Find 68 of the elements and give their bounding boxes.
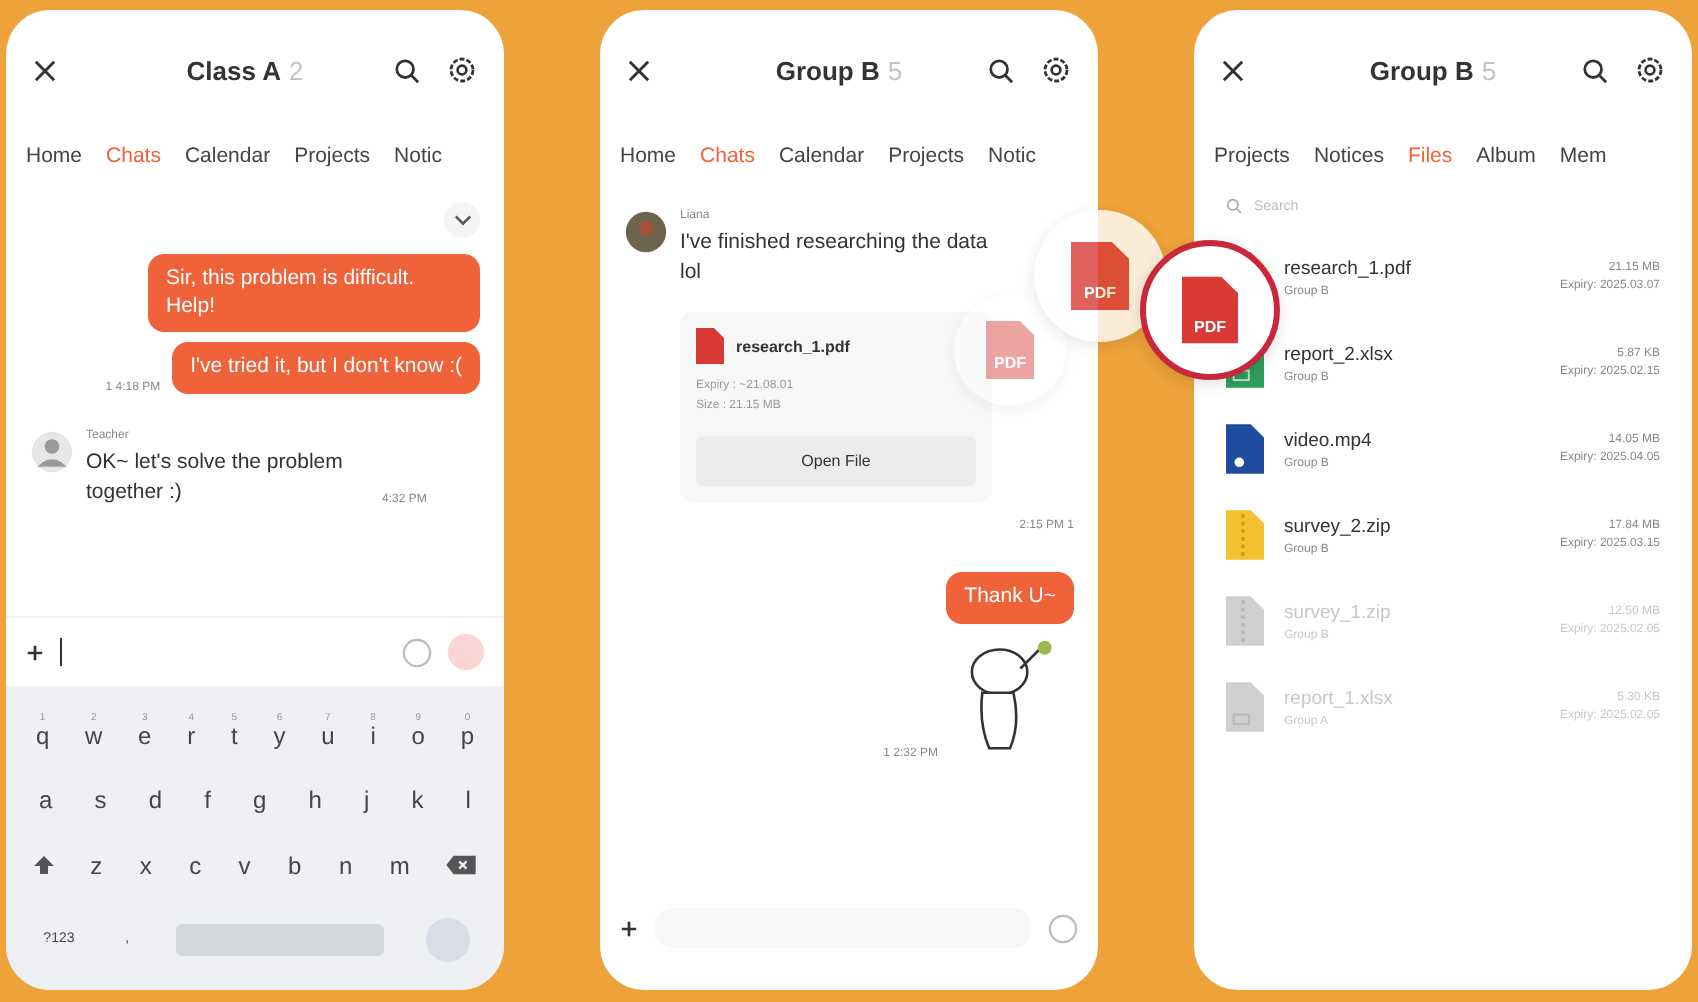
key-label: y (273, 724, 286, 749)
scroll-down-button[interactable] (444, 202, 480, 238)
chat-title: Group B (775, 55, 880, 85)
close-icon[interactable] (1222, 59, 1244, 81)
received-message: OK~ let's solve the problem together :) (86, 447, 345, 507)
tab[interactable]: Home (612, 140, 685, 172)
avatar-icon (30, 429, 74, 474)
file-name: research_1.pdf (1284, 257, 1413, 279)
search-icon (1226, 198, 1242, 214)
text-cursor (60, 638, 62, 666)
key-label: j (364, 788, 370, 813)
key[interactable]: f (200, 788, 215, 813)
key-label: q (35, 724, 50, 749)
tab[interactable]: Home (18, 140, 91, 172)
plus-icon[interactable] (26, 643, 44, 661)
avatar-icon (624, 210, 668, 254)
file-name: survey_2.zip (1284, 515, 1393, 537)
settings-icon[interactable] (1636, 56, 1664, 84)
shift-key-icon[interactable] (32, 853, 57, 878)
tab[interactable]: Notic (386, 140, 450, 172)
key-label: u (321, 724, 335, 749)
member-count: 2 (288, 55, 304, 85)
tab[interactable]: Calendar (770, 140, 873, 172)
member-count: 5 (1481, 55, 1497, 85)
pdf-file-icon: PDF (1181, 276, 1239, 344)
key-label: o (411, 724, 425, 749)
pdf-file-icon (696, 328, 724, 365)
close-icon[interactable] (628, 59, 650, 81)
key[interactable]: l (461, 788, 475, 813)
key[interactable]: j (360, 788, 374, 813)
plus-icon[interactable] (620, 919, 638, 937)
chat-title: Group B (1369, 55, 1474, 85)
key-label: r (187, 724, 196, 749)
member-count: 5 (887, 55, 903, 85)
pdf-file-icon: PDF (985, 320, 1035, 380)
search-icon[interactable] (394, 57, 420, 83)
chevron-down-icon (453, 214, 471, 226)
file-name: video.mp4 (1284, 429, 1374, 451)
key-label: t (230, 724, 238, 749)
search-icon[interactable] (1582, 57, 1608, 83)
tab[interactable]: Calendar (176, 140, 279, 172)
tab[interactable]: Mem (1551, 140, 1615, 172)
key-label: w (85, 724, 103, 749)
tab[interactable]: Projects (880, 140, 973, 172)
tab[interactable]: Notic (980, 140, 1044, 172)
key-label: l (465, 788, 471, 813)
backspace-key-icon[interactable] (443, 854, 478, 877)
received-message: I've finished researching the data lol (680, 228, 990, 287)
settings-icon[interactable] (448, 56, 476, 84)
settings-icon[interactable] (1042, 56, 1070, 84)
key-label: f (204, 788, 211, 813)
tab[interactable]: Projects (1206, 140, 1298, 172)
chat-title: Class A (186, 55, 281, 85)
open-file-button[interactable]: Open File (696, 436, 976, 487)
tab[interactable]: Notices (1305, 140, 1392, 172)
tab[interactable]: Projects (286, 140, 379, 172)
key-label: i (370, 724, 376, 749)
sent-message: Sir, this problem is difficult. Help! (148, 254, 480, 333)
close-icon[interactable] (34, 59, 56, 81)
key-label: p (460, 724, 475, 749)
sent-message: I've tried it, but I don't know :( (172, 342, 480, 394)
search-icon[interactable] (988, 57, 1014, 83)
key-label: e (138, 724, 152, 749)
sent-message: Thank U~ (946, 572, 1074, 625)
file-name: report_2.xlsx (1284, 343, 1395, 365)
file-name: research_1.pdf (736, 337, 850, 356)
tab[interactable]: Album (1468, 140, 1544, 172)
pdf-file-icon: PDF (1070, 241, 1130, 311)
